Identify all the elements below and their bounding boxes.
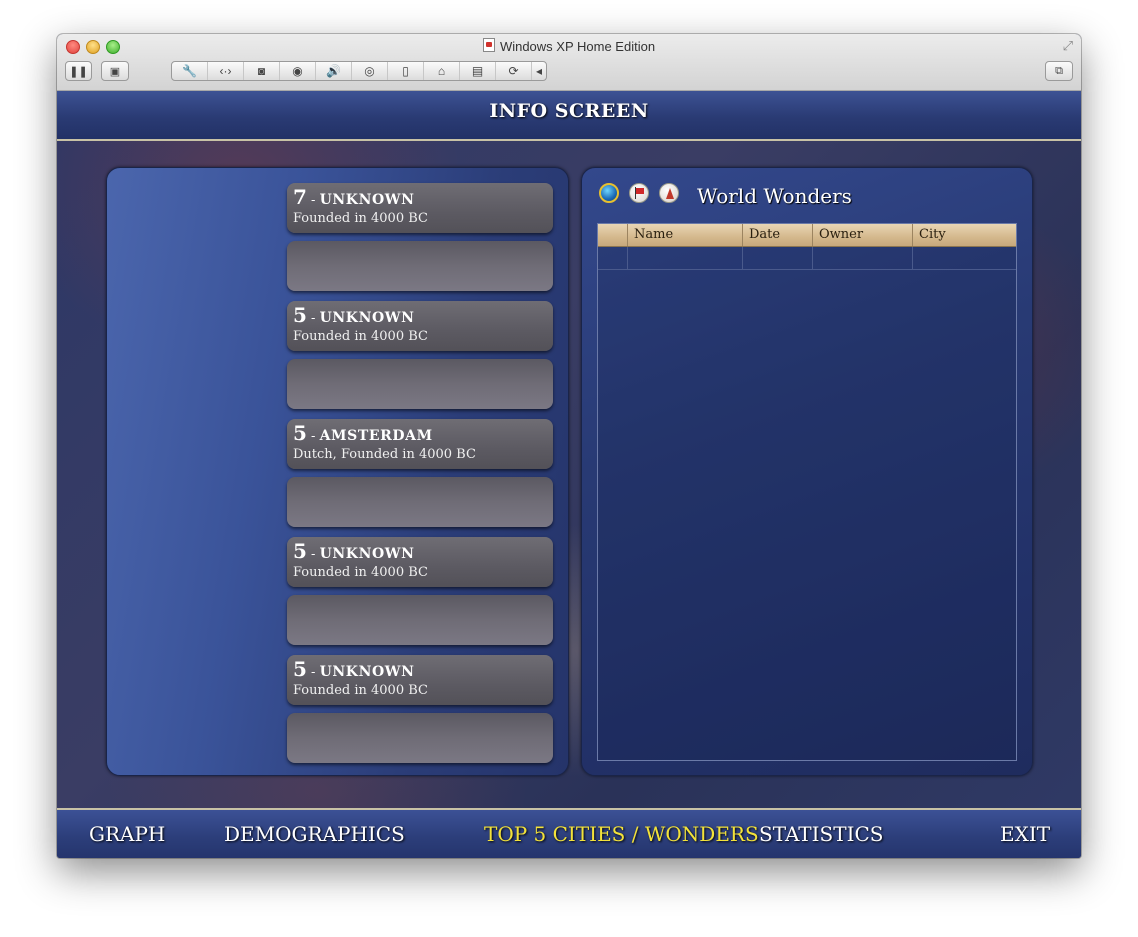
window-restore-button[interactable]: ⧉ <box>1045 61 1073 81</box>
graph-tab[interactable]: GRAPH <box>89 822 165 846</box>
city-name: UNKNOWN <box>319 664 415 680</box>
flag-icon[interactable] <box>629 183 649 203</box>
table-cell <box>628 247 743 269</box>
speaker-icon[interactable]: 🔊 <box>316 62 352 80</box>
statue-icon[interactable] <box>659 183 679 203</box>
column-header-name[interactable]: Name <box>628 224 743 246</box>
city-wonder-slot <box>287 359 553 409</box>
info-header: INFO SCREEN <box>57 91 1081 141</box>
city-size: 5 <box>293 657 307 681</box>
city-size: 5 <box>293 539 307 563</box>
city-name: AMSTERDAM <box>319 428 433 444</box>
column-header-city[interactable]: City <box>913 224 1014 246</box>
globe-icon[interactable] <box>599 183 619 203</box>
sync-icon[interactable]: ⟳ <box>496 62 532 80</box>
table-cell <box>743 247 813 269</box>
fullscreen-icon[interactable]: ⤢ <box>1063 38 1073 54</box>
wrench-icon[interactable]: 🔧 <box>172 62 208 80</box>
table-row[interactable] <box>598 247 1016 270</box>
city-founded: Dutch, Founded in 4000 BC <box>293 447 476 462</box>
city-wonder-slot <box>287 241 553 291</box>
city-separator: - <box>306 429 320 444</box>
city-founded: Founded in 4000 BC <box>293 683 428 698</box>
camera-icon[interactable]: ◉ <box>280 62 316 80</box>
city-card[interactable]: 5 - AMSTERDAM Dutch, Founded in 4000 BC <box>287 419 553 469</box>
wonders-table-header: Name Date Owner City <box>598 224 1016 247</box>
cd-icon[interactable]: ◎ <box>352 62 388 80</box>
mouse-icon[interactable]: ▯ <box>388 62 424 80</box>
column-header-date[interactable]: Date <box>743 224 813 246</box>
city-card[interactable]: 7 - UNKNOWN Founded in 4000 BC <box>287 183 553 233</box>
city-separator: - <box>306 311 320 326</box>
city-size: 5 <box>293 303 307 327</box>
table-cell <box>598 247 628 269</box>
device-toolbar: 🔧 ‹·› ◙ ◉ 🔊 ◎ ▯ ⌂ ▤ ⟳ ◂ <box>171 61 547 81</box>
table-cell <box>813 247 913 269</box>
top5-cities-wonders-tab[interactable]: TOP 5 CITIES / WONDERS <box>484 822 759 846</box>
info-nav-bar: GRAPH DEMOGRAPHICS TOP 5 CITIES / WONDER… <box>57 808 1081 858</box>
mac-title-bar: Windows XP Home Edition ⤢ ❚❚ ▣ 🔧 ‹·› ◙ ◉… <box>57 34 1081 91</box>
game-area: INFO SCREEN 7 - UNKNOWN Founded in 4000 … <box>57 91 1081 858</box>
top-cities-panel: 7 - UNKNOWN Founded in 4000 BC 5 - UNKNO… <box>106 167 569 776</box>
city-wonder-slot <box>287 595 553 645</box>
network-icon[interactable]: ‹·› <box>208 62 244 80</box>
city-card[interactable]: 5 - UNKNOWN Founded in 4000 BC <box>287 537 553 587</box>
city-name: UNKNOWN <box>319 192 415 208</box>
city-founded: Founded in 4000 BC <box>293 211 428 226</box>
exit-button[interactable]: EXIT <box>1000 822 1050 846</box>
drive-icon[interactable]: ▤ <box>460 62 496 80</box>
window-title: Windows XP Home Edition <box>57 38 1081 54</box>
window-title-text: Windows XP Home Edition <box>499 39 656 54</box>
city-wonder-slot <box>287 713 553 763</box>
city-size: 7 <box>293 185 307 209</box>
pause-button[interactable]: ❚❚ <box>65 61 92 81</box>
window-restore-icon: ⧉ <box>1055 64 1063 77</box>
table-cell <box>913 247 1014 269</box>
usb-icon[interactable]: ⌂ <box>424 62 460 80</box>
screen-icon: ▣ <box>109 65 121 78</box>
chevron-left-icon[interactable]: ◂ <box>532 62 546 80</box>
city-founded: Founded in 4000 BC <box>293 329 428 344</box>
statistics-tab[interactable]: STATISTICS <box>759 822 883 846</box>
wonders-title: World Wonders <box>697 184 852 208</box>
column-header-icon[interactable] <box>598 224 628 246</box>
city-card[interactable]: 5 - UNKNOWN Founded in 4000 BC <box>287 655 553 705</box>
demographics-tab[interactable]: DEMOGRAPHICS <box>224 822 405 846</box>
disk-icon[interactable]: ◙ <box>244 62 280 80</box>
vm-window: Windows XP Home Edition ⤢ ❚❚ ▣ 🔧 ‹·› ◙ ◉… <box>57 34 1081 858</box>
vm-document-icon <box>482 38 495 52</box>
column-header-owner[interactable]: Owner <box>813 224 913 246</box>
city-separator: - <box>306 665 320 680</box>
world-wonders-panel: World Wonders Name Date Owner City <box>581 167 1033 776</box>
city-name: UNKNOWN <box>319 310 415 326</box>
city-size: 5 <box>293 421 307 445</box>
city-separator: - <box>306 193 320 208</box>
page-title: INFO SCREEN <box>489 100 649 122</box>
city-founded: Founded in 4000 BC <box>293 565 428 580</box>
screenshot-button[interactable]: ▣ <box>101 61 129 81</box>
city-separator: - <box>306 547 320 562</box>
wonders-table: Name Date Owner City <box>597 223 1017 761</box>
pause-icon: ❚❚ <box>69 65 88 78</box>
city-card[interactable]: 5 - UNKNOWN Founded in 4000 BC <box>287 301 553 351</box>
city-name: UNKNOWN <box>319 546 415 562</box>
city-wonder-slot <box>287 477 553 527</box>
